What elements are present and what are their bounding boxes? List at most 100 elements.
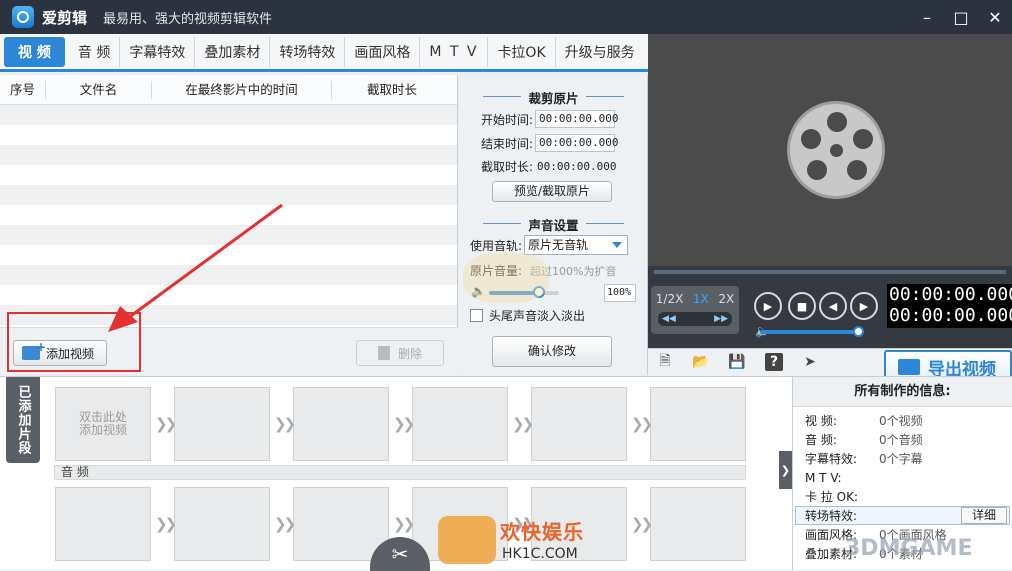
table-row <box>0 125 457 145</box>
play-icon[interactable]: ▶ <box>754 292 782 320</box>
tab-mtv[interactable]: M T V <box>420 36 489 67</box>
preview-trim-button[interactable]: 预览/截取原片 <box>492 181 612 202</box>
info-row-audio: 音 频: 0个音频 <box>805 433 923 447</box>
watermark-hk1c: 欢快娱乐 HK1C.COM <box>430 512 590 568</box>
tab-karaoke[interactable]: 卡拉OK <box>488 36 556 67</box>
save-icon[interactable]: 💾 <box>728 353 746 371</box>
playback-controls: 1/2X 1X 2X ◀◀▶▶ ▶ ■ ◀ ▶ 🔈 00:00:00.000 0… <box>648 266 1012 348</box>
clip-table-header: 序号 文件名 在最终影片中的时间 截取时长 <box>0 75 457 105</box>
transition-arrow-icon[interactable]: ❯❯ <box>631 415 653 433</box>
audio-slot[interactable] <box>55 487 151 561</box>
table-row <box>0 205 457 225</box>
table-row <box>0 305 457 325</box>
project-toolbar: 🗎 📂 💾 ? ➤ 导出视频 <box>648 348 1012 384</box>
volume-value-field[interactable]: 100% <box>604 284 636 302</box>
new-project-icon[interactable]: 🗎 <box>656 353 674 371</box>
video-slot[interactable] <box>531 387 627 461</box>
tab-video[interactable]: 视 频 <box>4 36 65 67</box>
title-bar: 爱剪辑 最易用、强大的视频剪辑软件 – □ ✕ <box>0 0 1012 34</box>
audio-track-row: 使用音轨: 原片无音轨 <box>470 235 629 255</box>
app-subtitle: 最易用、强大的视频剪辑软件 <box>103 11 273 27</box>
info-panel-title: 所有制作的信息: <box>793 377 1012 407</box>
settings-panel: 裁剪原片 开始时间: 00:00:00.000 结束时间: 00:00:00.0… <box>459 75 648 375</box>
video-slot[interactable] <box>412 387 508 461</box>
total-time: 00:00:00.000 <box>889 305 1012 326</box>
transition-arrow-icon: ❯❯ <box>274 515 296 533</box>
transition-arrow-icon: ❯❯ <box>155 515 177 533</box>
detail-button[interactable]: 详细 <box>961 507 1007 524</box>
app-name: 爱剪辑 <box>42 8 88 27</box>
share-icon[interactable]: ➤ <box>801 353 819 371</box>
transition-arrow-icon[interactable]: ❯❯ <box>274 415 296 433</box>
help-icon[interactable]: ? <box>765 353 783 371</box>
info-row-mtv: M T V: <box>805 470 842 485</box>
speed-2x[interactable]: 2X <box>718 292 734 306</box>
tab-overlay[interactable]: 叠加素材 <box>195 36 271 67</box>
col-time-in-movie: 在最终影片中的时间 <box>152 80 332 99</box>
add-film-icon <box>22 340 46 360</box>
table-row <box>0 165 457 185</box>
tab-audio[interactable]: 音 频 <box>69 36 121 67</box>
add-video-button[interactable]: 添加视频 <box>13 340 107 366</box>
minimize-button[interactable]: – <box>910 0 944 34</box>
transition-arrow-icon[interactable]: ❯❯ <box>512 415 534 433</box>
video-slot[interactable] <box>174 387 270 461</box>
time-display: 00:00:00.000 00:00:00.000 <box>887 284 1012 328</box>
confirm-button[interactable]: 确认修改 <box>492 336 612 367</box>
end-time-field[interactable]: 00:00:00.000 <box>535 134 619 152</box>
app-logo-icon <box>12 6 34 28</box>
transition-arrow-icon: ❯❯ <box>631 515 653 533</box>
stop-icon[interactable]: ■ <box>788 292 816 320</box>
clip-list-panel: 序号 文件名 在最终影片中的时间 截取时长 添加视频 删除 <box>0 75 458 375</box>
audio-section-title: 声音设置 <box>459 215 648 234</box>
maximize-button[interactable]: □ <box>944 0 978 34</box>
info-row-subtitles: 字幕特效: 0个字幕 <box>805 452 923 466</box>
video-preview[interactable] <box>648 34 1012 266</box>
next-frame-icon[interactable]: ▶ <box>850 292 878 320</box>
fade-checkbox[interactable] <box>470 309 483 322</box>
tab-transitions[interactable]: 转场特效 <box>270 36 346 67</box>
speed-selector: 1/2X 1X 2X ◀◀ ▶▶ <box>651 286 739 334</box>
audio-slot[interactable] <box>174 487 270 561</box>
video-slot[interactable] <box>650 387 746 461</box>
table-row <box>0 285 457 305</box>
gamepad-icon <box>438 516 496 564</box>
table-row <box>0 265 457 285</box>
start-time-row: 开始时间: 00:00:00.000 <box>481 110 619 128</box>
speed-half[interactable]: 1/2X <box>656 292 684 306</box>
export-icon <box>898 359 920 375</box>
col-filename: 文件名 <box>46 80 152 99</box>
tab-upgrade[interactable]: 升级与服务 <box>556 37 644 67</box>
tab-subtitles[interactable]: 字幕特效 <box>120 36 196 67</box>
player-volume-slider[interactable] <box>760 326 864 337</box>
delete-button[interactable]: 删除 <box>356 340 444 366</box>
duration-label: 截取时长: <box>481 160 534 174</box>
transition-arrow-icon[interactable]: ❯❯ <box>155 415 177 433</box>
add-video-label: 添加视频 <box>46 346 95 361</box>
clip-table-body[interactable] <box>0 105 457 325</box>
audio-track-select[interactable]: 原片无音轨 <box>524 235 629 255</box>
audio-track-label: 使用音轨: <box>470 238 523 253</box>
transition-arrow-icon[interactable]: ❯❯ <box>393 415 415 433</box>
current-time: 00:00:00.000 <box>889 284 1012 305</box>
start-time-field[interactable]: 00:00:00.000 <box>535 110 619 128</box>
prev-frame-icon[interactable]: ◀ <box>819 292 847 320</box>
transition-arrow-icon: ❯❯ <box>393 515 415 533</box>
trim-section-title: 裁剪原片 <box>459 88 648 107</box>
playback-progress[interactable] <box>654 270 1006 274</box>
close-button[interactable]: ✕ <box>978 0 1012 34</box>
audio-slot[interactable] <box>650 487 746 561</box>
tab-styles[interactable]: 画面风格 <box>345 36 421 67</box>
video-slot-add[interactable]: 双击此处 添加视频 <box>55 387 151 461</box>
open-folder-icon[interactable]: 📂 <box>692 353 710 371</box>
delete-label: 删除 <box>397 346 422 361</box>
added-clips-tab[interactable]: 已添加片段 <box>6 377 40 463</box>
info-row-transitions[interactable]: 转场特效: 详细 <box>795 506 1010 525</box>
jog-wheel[interactable]: ◀◀ ▶▶ <box>658 312 732 326</box>
collapse-panel-icon[interactable]: ❯ <box>779 451 792 489</box>
end-time-label: 结束时间: <box>481 136 534 151</box>
video-slot[interactable] <box>293 387 389 461</box>
speed-1x[interactable]: 1X <box>693 292 709 306</box>
clip-list-footer: 添加视频 删除 <box>0 327 458 375</box>
col-index: 序号 <box>0 80 46 99</box>
